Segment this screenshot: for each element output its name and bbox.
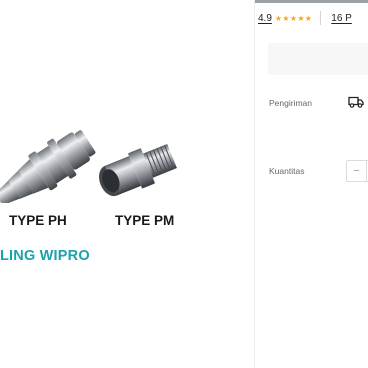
- promo-box: [268, 43, 368, 75]
- reviews-count[interactable]: 16 P: [331, 13, 352, 24]
- caption-type-ph: TYPE PH: [9, 213, 67, 228]
- quantity-label: Kuantitas: [269, 166, 305, 176]
- rating-value[interactable]: 4.9: [258, 13, 272, 24]
- shipping-label: Pengiriman: [269, 98, 312, 108]
- rating-separator: [320, 11, 322, 25]
- quantity-stepper: −: [346, 160, 368, 182]
- rating-stars-icon: ★★★★★: [274, 13, 313, 23]
- coupler-type-pm-image: [99, 143, 177, 197]
- product-info-panel: 4.9 ★★★★★ 16 P Pengiriman Kuantitas −: [255, 0, 368, 368]
- rating-row: 4.9 ★★★★★ 16 P: [258, 11, 352, 25]
- truck-icon: [348, 96, 364, 108]
- product-image[interactable]: TYPE PH TYPE PM LING WIPRO: [0, 0, 254, 368]
- top-strip: [255, 0, 368, 3]
- quantity-minus-button[interactable]: −: [347, 161, 367, 181]
- brand-text: LING WIPRO: [0, 248, 90, 264]
- caption-type-pm: TYPE PM: [115, 213, 175, 228]
